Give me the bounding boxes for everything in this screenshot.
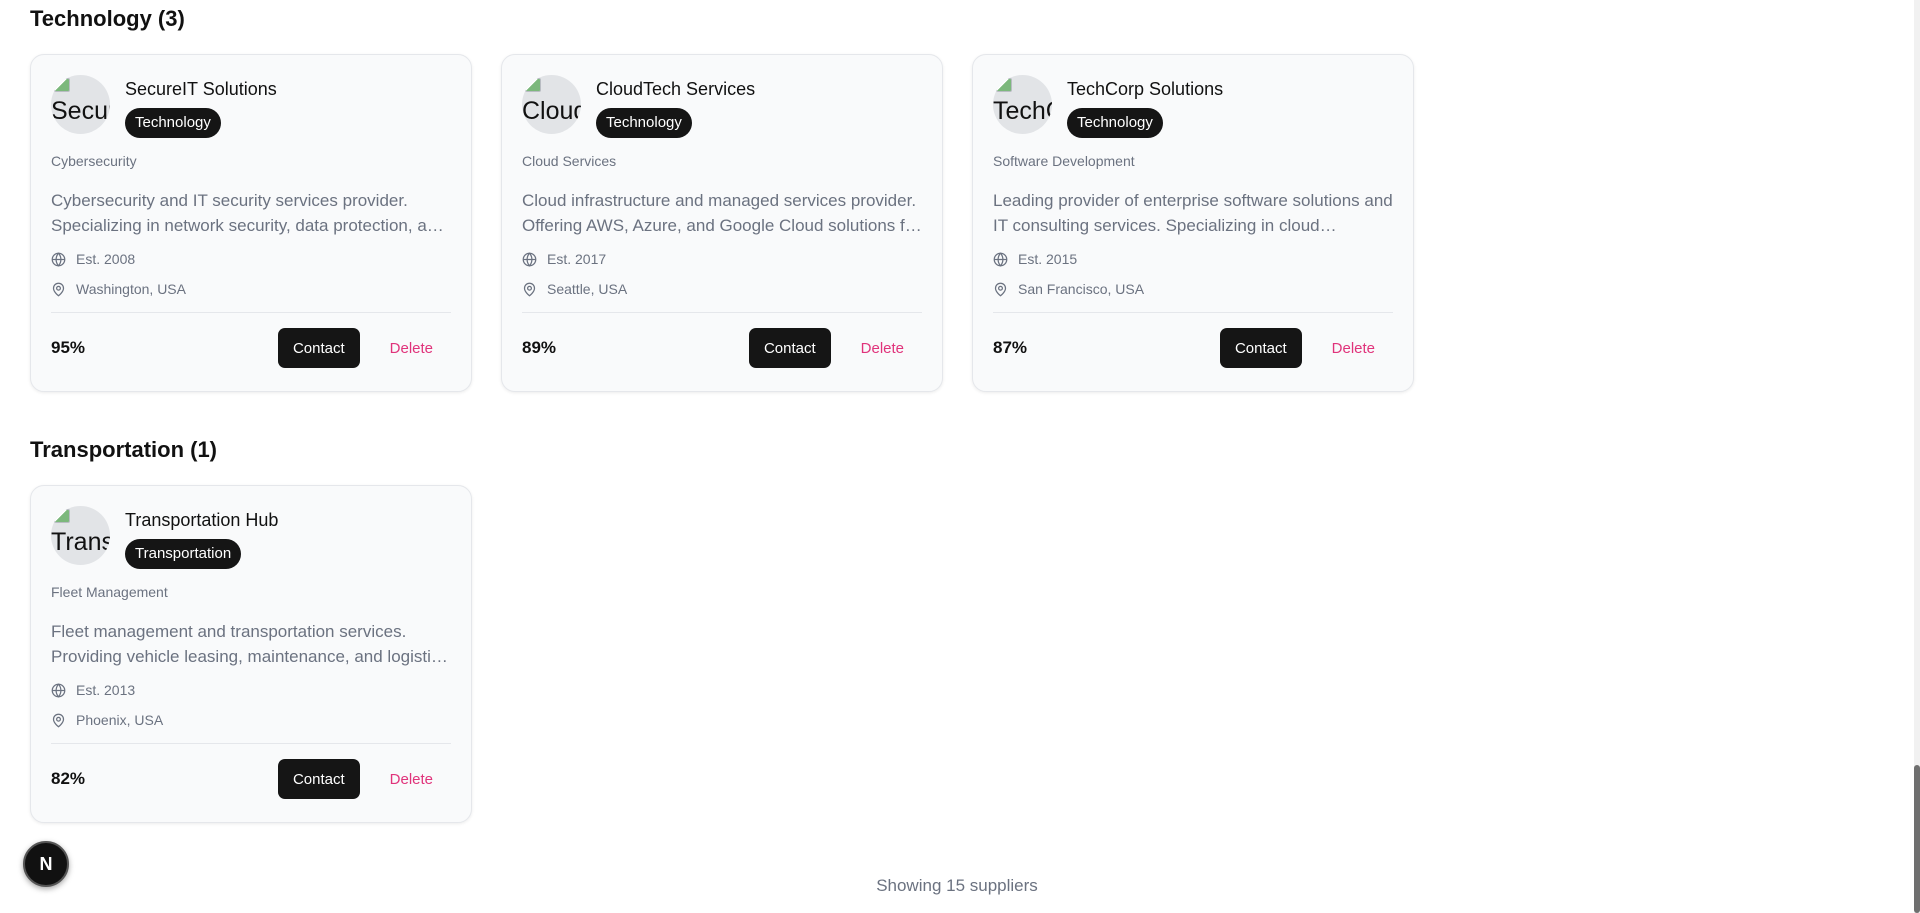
nextjs-devtools-button[interactable]: N bbox=[23, 841, 69, 887]
supplier-name: CloudTech Services bbox=[596, 79, 756, 99]
subcategory: Fleet Management bbox=[51, 584, 168, 600]
rating-score: 95% bbox=[51, 338, 86, 357]
location: Seattle, USA bbox=[547, 281, 628, 297]
location: San Francisco, USA bbox=[1018, 281, 1145, 297]
avatar-alt-text: TechCorp Solutions bbox=[993, 97, 1052, 125]
section-title-technology: Technology (3) bbox=[30, 6, 185, 31]
supplier-description: Leading provider of enterprise software … bbox=[993, 191, 1393, 235]
established-year: Est. 2008 bbox=[76, 251, 136, 267]
card-header: SecureIT Solutions SecureIT Solutions Te… bbox=[51, 75, 451, 138]
location: Phoenix, USA bbox=[76, 712, 164, 728]
supplier-card: Transportation Hub Transportation Hub Tr… bbox=[30, 485, 472, 823]
technology-card-grid: SecureIT Solutions SecureIT Solutions Te… bbox=[30, 54, 1414, 392]
card-footer: 95% Contact Delete bbox=[51, 328, 451, 368]
card-header: Transportation Hub Transportation Hub Tr… bbox=[51, 506, 451, 569]
contact-button[interactable]: Contact bbox=[277, 328, 360, 368]
location-row: Phoenix, USA bbox=[51, 711, 451, 729]
location-row: Seattle, USA bbox=[522, 280, 922, 298]
delete-button[interactable]: Delete bbox=[1302, 328, 1393, 368]
rating-score: 87% bbox=[993, 338, 1028, 357]
avatar-alt-text: SecureIT Solutions bbox=[51, 97, 110, 125]
supplier-count-text: Showing 15 suppliers bbox=[876, 876, 1038, 895]
supplier-name: TechCorp Solutions bbox=[1067, 79, 1224, 99]
category-badge: Technology bbox=[596, 108, 692, 138]
globe-icon bbox=[522, 251, 537, 267]
category-badge: Technology bbox=[125, 108, 221, 138]
rating-score: 82% bbox=[51, 769, 86, 788]
contact-button[interactable]: Contact bbox=[748, 328, 831, 368]
supplier-name: Transportation Hub bbox=[125, 510, 279, 530]
location-row: San Francisco, USA bbox=[993, 280, 1393, 298]
supplier-card: CloudTech Services CloudTech Services Te… bbox=[501, 54, 943, 392]
supplier-name: SecureIT Solutions bbox=[125, 79, 277, 99]
card-divider bbox=[522, 312, 922, 313]
delete-button[interactable]: Delete bbox=[360, 328, 451, 368]
avatar-alt-text: Transportation Hub bbox=[51, 528, 110, 556]
map-pin-icon bbox=[52, 713, 65, 728]
nextjs-logo-letter: N bbox=[40, 854, 53, 874]
subcategory: Cloud Services bbox=[522, 153, 617, 169]
contact-button[interactable]: Contact bbox=[277, 759, 360, 799]
card-header: CloudTech Services CloudTech Services Te… bbox=[522, 75, 922, 138]
established-row: Est. 2015 bbox=[993, 250, 1393, 268]
card-footer: 89% Contact Delete bbox=[522, 328, 922, 368]
card-footer: 82% Contact Delete bbox=[51, 759, 451, 799]
contact-button[interactable]: Contact bbox=[1219, 328, 1302, 368]
avatar: TechCorp Solutions bbox=[993, 75, 1052, 134]
delete-button[interactable]: Delete bbox=[831, 328, 922, 368]
broken-image-icon bbox=[54, 78, 70, 92]
established-row: Est. 2013 bbox=[51, 681, 451, 699]
section-title-transportation: Transportation (1) bbox=[30, 437, 218, 462]
established-row: Est. 2008 bbox=[51, 250, 451, 268]
delete-button[interactable]: Delete bbox=[360, 759, 451, 799]
nextjs-logo-icon: N bbox=[40, 854, 53, 874]
supplier-description: Cybersecurity and IT security services p… bbox=[51, 191, 446, 235]
category-badge: Technology bbox=[1067, 108, 1163, 138]
category-badge: Transportation bbox=[125, 539, 242, 569]
avatar-alt-text: CloudTech Services bbox=[522, 97, 581, 125]
subcategory: Cybersecurity bbox=[51, 153, 137, 169]
map-pin-icon bbox=[52, 282, 65, 297]
card-divider bbox=[993, 312, 1393, 313]
avatar: Transportation Hub bbox=[51, 506, 110, 565]
broken-image-icon bbox=[525, 78, 541, 92]
location-row: Washington, USA bbox=[51, 280, 451, 298]
supplier-description: Cloud infrastructure and managed service… bbox=[522, 191, 920, 235]
card-footer: 87% Contact Delete bbox=[993, 328, 1393, 368]
established-year: Est. 2015 bbox=[1018, 251, 1078, 267]
card-header: TechCorp Solutions TechCorp Solutions Te… bbox=[993, 75, 1393, 138]
avatar: CloudTech Services bbox=[522, 75, 581, 134]
location: Washington, USA bbox=[76, 281, 186, 297]
card-divider bbox=[51, 743, 451, 744]
established-row: Est. 2017 bbox=[522, 250, 922, 268]
avatar: SecureIT Solutions bbox=[51, 75, 110, 134]
globe-icon bbox=[51, 251, 66, 267]
map-pin-icon bbox=[523, 282, 536, 297]
card-divider bbox=[51, 312, 451, 313]
established-year: Est. 2017 bbox=[547, 251, 607, 267]
supplier-card: TechCorp Solutions TechCorp Solutions Te… bbox=[972, 54, 1414, 392]
scrollbar-thumb[interactable] bbox=[1914, 765, 1920, 913]
rating-score: 89% bbox=[522, 338, 557, 357]
vertical-scrollbar[interactable] bbox=[1914, 0, 1920, 913]
subcategory: Software Development bbox=[993, 153, 1135, 169]
broken-image-icon bbox=[54, 509, 70, 523]
supplier-card: SecureIT Solutions SecureIT Solutions Te… bbox=[30, 54, 472, 392]
supplier-description: Fleet management and transportation serv… bbox=[51, 622, 448, 666]
transportation-card-grid: Transportation Hub Transportation Hub Tr… bbox=[30, 485, 472, 823]
globe-icon bbox=[993, 251, 1008, 267]
globe-icon bbox=[51, 682, 66, 698]
broken-image-icon bbox=[996, 78, 1012, 92]
established-year: Est. 2013 bbox=[76, 682, 136, 698]
map-pin-icon bbox=[994, 282, 1007, 297]
